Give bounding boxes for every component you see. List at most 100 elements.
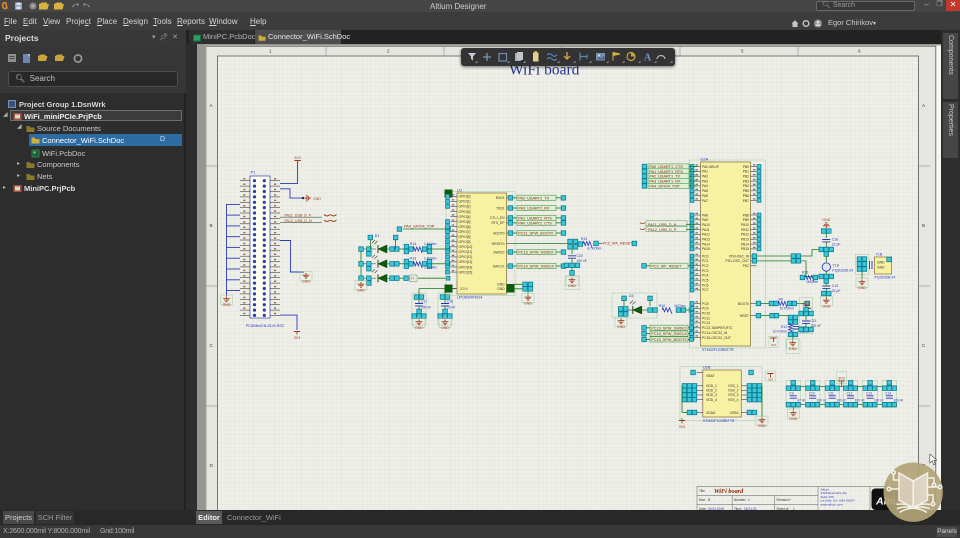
svg-text:SWCLK: SWCLK: [493, 264, 506, 268]
svg-text:C18: C18: [447, 300, 453, 304]
svg-text:U2A: U2A: [701, 157, 709, 162]
svg-text:PD1-OSC_OUT: PD1-OSC_OUT: [726, 259, 749, 263]
svg-text:22 pF: 22 pF: [832, 289, 841, 293]
svg-text:C17: C17: [421, 300, 427, 304]
svg-text:PA1_USART1_RTS: PA1_USART1_RTS: [649, 170, 683, 174]
svg-text:Size: Size: [699, 498, 705, 502]
svg-text:10 nF: 10 nF: [447, 306, 455, 310]
svg-text:R13: R13: [410, 257, 416, 261]
svg-text:GND: GND: [822, 218, 830, 222]
svg-text:Revision:*: Revision:*: [777, 498, 792, 502]
svg-text:VDD_2: VDD_2: [706, 389, 717, 393]
svg-text:C21: C21: [811, 319, 817, 323]
svg-text:VSS_4: VSS_4: [728, 398, 739, 402]
svg-text:PA1_USART2_RTS: PA1_USART2_RTS: [518, 216, 552, 220]
svg-text:PD0-OSC_IN: PD0-OSC_IN: [729, 254, 749, 258]
svg-text:4.7KOhm: 4.7KOhm: [587, 246, 601, 250]
svg-text:GPIO[2]: GPIO[2]: [459, 205, 471, 209]
svg-text:PA7: PA7: [702, 199, 708, 203]
svg-text:R15: R15: [581, 237, 587, 241]
svg-text:PA10: PA10: [702, 223, 710, 227]
svg-text:PA2_USART1_TX: PA2_USART1_TX: [649, 175, 680, 179]
svg-text:PB4: PB4: [743, 184, 749, 188]
svg-text:GPIO[13]: GPIO[13]: [459, 260, 473, 264]
svg-text:1MOhm: 1MOhm: [806, 280, 818, 284]
svg-text:C9: C9: [789, 392, 793, 396]
svg-text:VDDA: VDDA: [706, 411, 716, 415]
svg-text:C20: C20: [577, 254, 583, 258]
svg-text:GND: GND: [789, 347, 797, 351]
svg-text:Title: Title: [699, 489, 705, 493]
svg-text:RXD1: RXD1: [496, 196, 505, 200]
svg-text:10 KOhm: 10 KOhm: [780, 306, 794, 310]
svg-text:10 KOhm: 10 KOhm: [773, 329, 787, 333]
svg-text:LPC8N04FHI24: LPC8N04FHI24: [457, 296, 482, 300]
svg-text:CTL1_EN: CTL1_EN: [490, 216, 505, 220]
svg-text:GPIO[0]: GPIO[0]: [459, 195, 471, 199]
svg-text:PB13: PB13: [741, 238, 749, 242]
svg-text:GPIO[10]: GPIO[10]: [459, 245, 473, 249]
svg-text:SWDIO: SWDIO: [493, 250, 505, 254]
svg-text:GND: GND: [617, 325, 625, 329]
svg-text:GND: GND: [568, 284, 576, 288]
svg-text:GND: GND: [357, 288, 365, 292]
svg-text:PC10: PC10: [702, 312, 710, 316]
svg-text:PB0: PB0: [743, 165, 749, 169]
svg-text:BOOT0: BOOT0: [493, 231, 504, 235]
svg-text:PC13-TAMPER-RTC: PC13-TAMPER-RTC: [702, 326, 733, 330]
svg-text:PC15_SPW_BOOT0: PC15_SPW_BOOT0: [651, 338, 686, 342]
svg-text:U1: U1: [457, 188, 463, 193]
svg-text:PA4: PA4: [702, 184, 708, 188]
svg-text:PA15: PA15: [702, 247, 710, 251]
svg-text:100 nF: 100 nF: [577, 259, 587, 263]
svg-text:GPIO[8]: GPIO[8]: [459, 235, 471, 239]
svg-text:PA3_USART1_RX: PA3_USART1_RX: [649, 180, 681, 184]
svg-text:GPIO[5]: GPIO[5]: [459, 220, 471, 224]
svg-text:R16: R16: [659, 304, 665, 308]
svg-text:PB7: PB7: [743, 199, 749, 203]
svg-text:PC15-OSC32_OUT: PC15-OSC32_OUT: [702, 336, 731, 340]
svg-text:VDD_4: VDD_4: [706, 398, 717, 402]
svg-text:GND: GND: [877, 261, 885, 265]
svg-text:VBAT: VBAT: [706, 374, 715, 378]
svg-text:PA6: PA6: [702, 194, 708, 198]
svg-text:R14: R14: [410, 242, 416, 246]
svg-text:100 nF: 100 nF: [893, 399, 903, 403]
svg-text:22 pF: 22 pF: [832, 243, 841, 247]
svg-text:Y1B: Y1B: [876, 253, 883, 257]
svg-text:GPIO[6]: GPIO[6]: [459, 225, 471, 229]
svg-text:1: 1: [748, 498, 750, 502]
svg-text:PB8: PB8: [743, 213, 749, 217]
svg-text:PC14_SPW_SWCLK: PC14_SPW_SWCLK: [651, 332, 687, 336]
svg-text:GND: GND: [822, 304, 830, 308]
svg-text:100 nF: 100 nF: [855, 399, 865, 403]
svg-text:VDD_1: VDD_1: [706, 384, 717, 388]
svg-text:GND: GND: [415, 326, 423, 330]
svg-text:PC11_SPW_BOOT0: PC11_SPW_BOOT0: [518, 232, 553, 236]
svg-text:TXD1: TXD1: [496, 206, 505, 210]
svg-text:PA8: PA8: [702, 213, 708, 217]
svg-text:GPIO[12]: GPIO[12]: [459, 255, 473, 259]
svg-text:P1: P1: [251, 170, 257, 175]
svg-text:PB12: PB12: [741, 233, 749, 237]
svg-text:C16: C16: [832, 238, 838, 242]
svg-text:1: 1: [269, 49, 272, 54]
svg-text:PC2_WF_RESET: PC2_WF_RESET: [651, 264, 682, 268]
svg-text:VDD_3: VDD_3: [706, 393, 717, 397]
svg-text:PA11: PA11: [702, 228, 710, 232]
svg-text:3V3: 3V3: [838, 377, 844, 381]
svg-text:B: B: [210, 223, 213, 228]
svg-text:PC13_SPW_SWDIO: PC13_SPW_SWDIO: [651, 326, 686, 330]
svg-text:GPIO[4]: GPIO[4]: [459, 215, 471, 219]
svg-text:1.KOhm: 1.KOhm: [424, 242, 437, 246]
svg-text:PC2_WF_RESET: PC2_WF_RESET: [603, 242, 634, 246]
svg-text:A: A: [644, 53, 652, 64]
svg-text:PA3_USART2_RX: PA3_USART2_RX: [518, 207, 550, 211]
svg-text:VSS_1: VSS_1: [728, 384, 739, 388]
svg-text:100 nF: 100 nF: [874, 399, 884, 403]
svg-text:C15: C15: [832, 284, 838, 288]
svg-text:PA3: PA3: [702, 179, 708, 183]
svg-text:NRST: NRST: [740, 314, 749, 318]
svg-text:PC13_SPW_SWDIO: PC13_SPW_SWDIO: [518, 251, 553, 255]
svg-text:PA0_USART2_CTS: PA0_USART2_CTS: [518, 221, 552, 225]
